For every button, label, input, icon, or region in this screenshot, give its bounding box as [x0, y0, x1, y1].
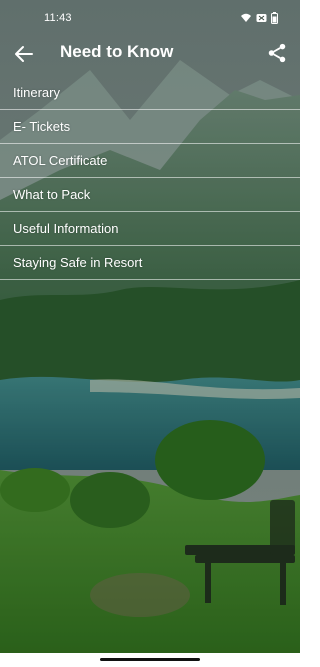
app-bar: Need to Know: [0, 36, 300, 72]
menu-item-what-to-pack[interactable]: What to Pack: [0, 178, 300, 212]
need-to-know-menu: Itinerary E- Tickets ATOL Certificate Wh…: [0, 76, 300, 280]
wifi-icon: [240, 13, 252, 23]
menu-item-useful-information[interactable]: Useful Information: [0, 212, 300, 246]
menu-item-label: Staying Safe in Resort: [13, 255, 143, 270]
menu-item-label: E- Tickets: [13, 119, 71, 134]
status-bar: 11:43: [0, 0, 300, 36]
menu-item-staying-safe[interactable]: Staying Safe in Resort: [0, 246, 300, 280]
menu-item-atol-certificate[interactable]: ATOL Certificate: [0, 144, 300, 178]
menu-item-itinerary[interactable]: Itinerary: [0, 76, 300, 110]
home-gesture-handle[interactable]: [100, 658, 200, 661]
menu-item-e-tickets[interactable]: E- Tickets: [0, 110, 300, 144]
navigation-bar: [0, 653, 300, 667]
status-icons: [240, 12, 278, 24]
page-title: Need to Know: [60, 42, 174, 61]
menu-item-label: Itinerary: [13, 85, 60, 100]
menu-item-label: What to Pack: [13, 187, 91, 202]
menu-item-label: Useful Information: [13, 221, 119, 236]
share-button[interactable]: [266, 42, 288, 64]
share-icon: [266, 43, 288, 68]
arrow-back-icon: [12, 46, 36, 70]
notification-icon: [256, 13, 267, 23]
back-button[interactable]: [12, 42, 36, 66]
status-time: 11:43: [44, 12, 72, 24]
battery-icon: [271, 12, 278, 24]
menu-item-label: ATOL Certificate: [13, 153, 108, 168]
